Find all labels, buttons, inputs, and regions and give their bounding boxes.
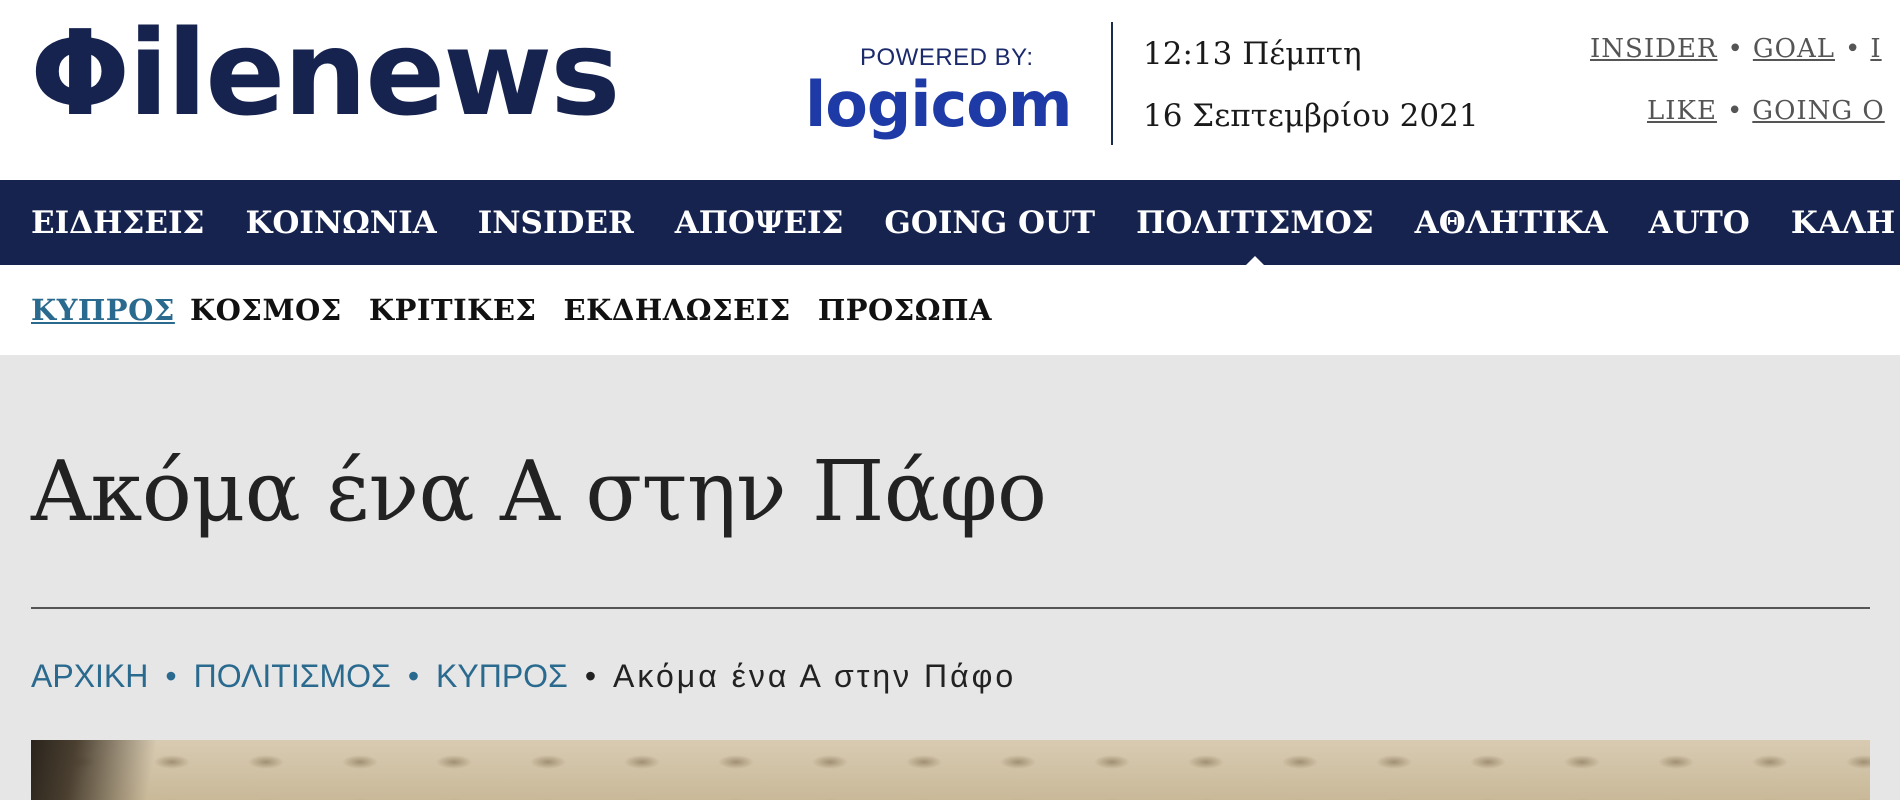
top-link-separator: • [1726,96,1743,126]
subnav-item-reviews[interactable]: ΚΡΙΤΙΚΕΣ [369,293,537,327]
top-link-insider[interactable]: INSIDER [1590,34,1718,64]
breadcrumb: ΑΡΧΙΚΗ • ΠΟΛΙΤΙΣΜΟΣ • ΚΥΠΡΟΣ • Ακόμα ένα Α στη… [31,658,1016,695]
header-divider [1111,22,1113,145]
subnav-item-people[interactable]: ΠΡΟΣΩΠΑ [818,293,992,327]
nav-item-sports[interactable]: ΑΘΛΗΤΙΚΑ [1415,205,1608,241]
nav-item-truncated[interactable]: ΚΑΛΗ Ζ [1791,205,1900,241]
breadcrumb-separator: • [407,658,420,694]
breadcrumb-separator: • [584,658,597,694]
top-link-truncated[interactable]: I [1870,34,1881,64]
title-divider [31,607,1870,609]
breadcrumb-cyprus[interactable]: ΚΥΠΡΟΣ [436,658,568,694]
nav-item-culture[interactable]: ΠΟΛΙΤΙΣΜΟΣ [1136,205,1374,270]
subnav-item-cyprus[interactable]: ΚΥΠΡΟΣ [31,293,175,327]
nav-item-auto[interactable]: AUTO [1649,205,1750,241]
top-link-goal[interactable]: GOAL [1753,34,1835,64]
current-date: 16 Σεπτεμβρίου 2021 [1143,98,1479,134]
top-links-row-1: INSIDER • GOAL • I [1590,34,1900,96]
breadcrumb-current: Ακόμα ένα Α στην Πάφο [613,658,1017,694]
breadcrumb-home[interactable]: ΑΡΧΙΚΗ [31,658,148,694]
nav-item-going-out[interactable]: GOING OUT [884,205,1095,241]
nav-item-insider[interactable]: INSIDER [478,205,634,241]
subnav-item-events[interactable]: ΕΚΔΗΛΩΣΕΙΣ [564,293,791,327]
top-link-like[interactable]: LIKE [1647,96,1717,126]
top-link-separator: • [1845,34,1861,64]
top-link-going-out[interactable]: GOING O [1752,96,1884,126]
site-logo[interactable]: Φilenews [30,14,621,132]
top-links: INSIDER • GOAL • I LIKE • GOING O [1590,34,1900,158]
breadcrumb-culture[interactable]: ΠΟΛΙΤΙΣΜΟΣ [194,658,391,694]
nav-item-opinions[interactable]: ΑΠΟΨΕΙΣ [675,205,844,241]
nav-item-society[interactable]: ΚΟΙΝΩΝΙΑ [245,205,436,241]
hero-image-shadow [31,740,201,800]
top-links-row-2: LIKE • GOING O [1590,96,1900,158]
subnav-item-world[interactable]: ΚΟΣΜΟΣ [190,293,342,327]
breadcrumb-separator: • [165,658,177,694]
site-header: Φilenews POWERED BY: logicom 12:13 Πέμπτ… [0,0,1900,180]
sub-navigation: ΚΥΠΡΟΣ ΚΟΣΜΟΣ ΚΡΙΤΙΚΕΣ ΕΚΔΗΛΩΣΕΙΣ ΠΡΟΣΩΠ… [0,265,1900,355]
sponsor-logo[interactable]: logicom [805,74,1072,136]
article-title: Ακόμα ένα Α στην Πάφο [31,443,1047,540]
top-link-separator: • [1727,34,1743,64]
main-navigation: ΕΙΔΗΣΕΙΣ ΚΟΙΝΩΝΙΑ INSIDER ΑΠΟΨΕΙΣ GOING … [0,180,1900,270]
current-time: 12:13 Πέμπτη [1143,36,1362,72]
article-hero-image [31,740,1870,800]
nav-item-news[interactable]: ΕΙΔΗΣΕΙΣ [31,205,204,241]
